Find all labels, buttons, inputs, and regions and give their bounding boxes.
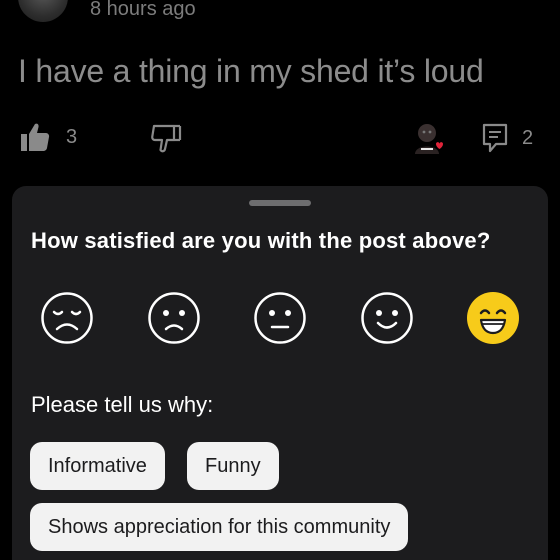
sheet-drag-handle[interactable]	[249, 200, 311, 206]
dissatisfied-face-icon[interactable]	[147, 291, 201, 345]
author-avatar[interactable]	[18, 0, 68, 22]
screen: 8 hours ago I have a thing in my shed it…	[0, 0, 560, 560]
satisfied-face-icon[interactable]	[360, 291, 414, 345]
survey-question: How satisfied are you with the post abov…	[31, 228, 491, 253]
reason-chip-informative[interactable]: Informative	[30, 442, 165, 490]
upvote-button[interactable]: 3	[20, 122, 77, 152]
reason-prompt: Please tell us why:	[31, 392, 214, 417]
comment-count: 2	[522, 126, 534, 149]
reason-chip-appreciation[interactable]: Shows appreciation for this community	[30, 503, 409, 551]
comment-icon	[482, 123, 508, 153]
post-timestamp: 8 hours ago	[90, 0, 196, 20]
comments-button[interactable]: 2	[482, 123, 533, 153]
satisfaction-survey-sheet: How satisfied are you with the post abov…	[12, 186, 548, 560]
neutral-face-icon[interactable]	[253, 291, 307, 345]
thumbs-down-icon	[151, 124, 182, 153]
very-dissatisfied-face-icon[interactable]	[40, 291, 94, 345]
post-text: I have a thing in my shed it’s loud	[18, 53, 484, 89]
very-satisfied-face-icon[interactable]	[466, 291, 520, 345]
upvote-count: 3	[66, 125, 78, 148]
user-award-avatar[interactable]	[409, 120, 445, 156]
downvote-button[interactable]	[150, 124, 182, 154]
reason-chip-funny[interactable]: Funny	[187, 442, 279, 490]
thumbs-up-icon	[21, 123, 50, 151]
